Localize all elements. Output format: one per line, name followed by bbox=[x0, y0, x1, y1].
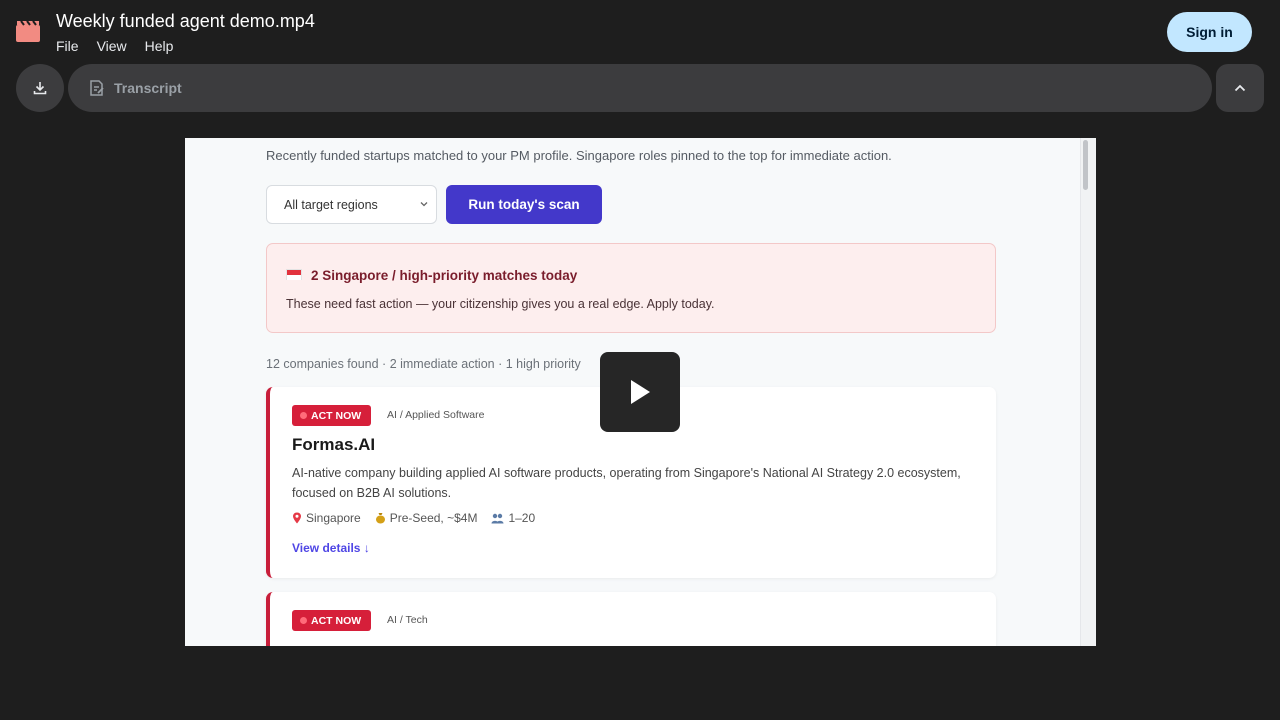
run-scan-button[interactable]: Run today's scan bbox=[446, 185, 602, 224]
team-size-text: 1–20 bbox=[508, 511, 536, 525]
scrollbar[interactable] bbox=[1080, 138, 1096, 646]
alert-heading: 2 Singapore / high-priority matches toda… bbox=[311, 268, 578, 283]
video-file-icon bbox=[16, 20, 40, 42]
page-subtitle: Recently funded startups matched to your… bbox=[266, 148, 892, 163]
company-category: AI / Applied Software bbox=[387, 409, 485, 421]
transcript-icon bbox=[90, 80, 104, 96]
region-select[interactable]: All target regions bbox=[266, 185, 437, 224]
company-card[interactable]: ACT NOW AI / Tech bbox=[266, 592, 996, 646]
money-bag-icon bbox=[375, 513, 385, 524]
alert-dot-icon bbox=[300, 412, 307, 419]
menu-view[interactable]: View bbox=[97, 38, 127, 54]
alert-dot-icon bbox=[300, 617, 307, 624]
view-details-link[interactable]: View details ↓ bbox=[292, 541, 370, 555]
collapse-button[interactable] bbox=[1216, 64, 1264, 112]
scrollbar-thumb[interactable] bbox=[1083, 140, 1088, 190]
top-bar: Weekly funded agent demo.mp4 File View H… bbox=[0, 0, 1280, 64]
results-summary: 12 companies found · 2 immediate action … bbox=[266, 357, 581, 371]
menu-bar: File View Help bbox=[56, 38, 191, 54]
company-name: Formas.AI bbox=[292, 435, 376, 454]
pin-icon bbox=[293, 512, 301, 524]
priority-alert: 2 Singapore / high-priority matches toda… bbox=[266, 243, 996, 333]
play-icon bbox=[631, 380, 650, 404]
badge-label: ACT NOW bbox=[311, 614, 362, 627]
company-category: AI / Tech bbox=[387, 614, 428, 626]
file-title: Weekly funded agent demo.mp4 bbox=[56, 11, 315, 31]
people-icon bbox=[491, 513, 504, 523]
singapore-flag-icon bbox=[286, 269, 302, 280]
transcript-label: Transcript bbox=[114, 80, 182, 96]
download-button[interactable] bbox=[16, 64, 64, 112]
region-select-value: All target regions bbox=[284, 197, 378, 212]
act-now-badge: ACT NOW bbox=[292, 610, 372, 631]
location-meta: Singapore bbox=[292, 511, 361, 525]
alert-body: These need fast action — your citizenshi… bbox=[286, 297, 715, 311]
badge-label: ACT NOW bbox=[311, 409, 362, 422]
chevron-down-icon bbox=[420, 202, 428, 207]
menu-file[interactable]: File bbox=[56, 38, 79, 54]
location-text: Singapore bbox=[306, 511, 361, 525]
company-meta: Singapore Pre-Seed, ~$4M 1–20 bbox=[292, 511, 535, 525]
chevron-up-icon bbox=[1234, 84, 1246, 92]
sign-in-button[interactable]: Sign in bbox=[1167, 12, 1252, 52]
funding-text: Pre-Seed, ~$4M bbox=[389, 511, 478, 525]
menu-help[interactable]: Help bbox=[145, 38, 174, 54]
act-now-badge: ACT NOW bbox=[292, 405, 372, 426]
transcript-bar[interactable]: Transcript bbox=[68, 64, 1212, 112]
play-button[interactable] bbox=[600, 352, 680, 432]
company-description: AI-native company building applied AI so… bbox=[292, 466, 961, 500]
download-icon bbox=[33, 82, 47, 95]
funding-meta: Pre-Seed, ~$4M bbox=[375, 511, 478, 525]
team-meta: 1–20 bbox=[491, 511, 535, 525]
